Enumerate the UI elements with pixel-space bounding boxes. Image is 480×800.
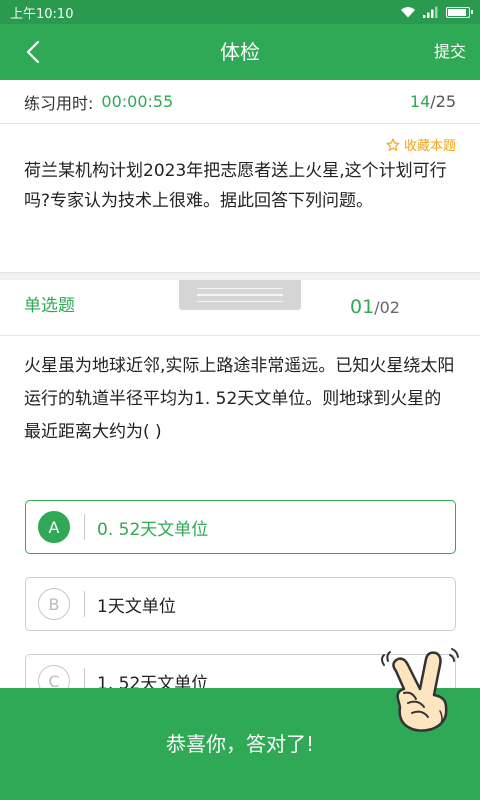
option-letter: A xyxy=(38,511,70,543)
star-outline-icon xyxy=(386,138,400,151)
question-text: 火星虽为地球近邻,实际上路途非常遥远。已知火星绕太阳运行的轨道半径平均为1. 5… xyxy=(24,356,455,442)
progress-current: 14 xyxy=(409,92,431,111)
status-bar: 上午10:10 xyxy=(0,0,480,24)
option-divider xyxy=(84,591,85,617)
timer-label: 练习用时: xyxy=(24,93,94,113)
app-bar: 体检 提交 xyxy=(0,24,480,80)
timer-row: 练习用时: 00:00:55 14/25 xyxy=(0,80,480,124)
page-title: 体检 xyxy=(220,40,260,64)
sub-question-progress: 01/02 xyxy=(350,280,400,335)
question-progress: 14/25 xyxy=(410,92,456,111)
signal-icon xyxy=(423,6,438,18)
section-divider xyxy=(0,272,480,280)
sub-progress-total: /02 xyxy=(374,298,400,317)
victory-hand-icon xyxy=(381,648,459,732)
status-time: 上午10:10 xyxy=(10,6,74,22)
favorite-label: 收藏本题 xyxy=(403,139,456,154)
option-letter: B xyxy=(38,588,70,620)
timer-value: 00:00:55 xyxy=(101,92,174,111)
sub-progress-current: 01 xyxy=(350,296,375,318)
option-text: 0. 52天文单位 xyxy=(97,519,209,540)
option-b[interactable]: B 1天文单位 xyxy=(25,577,456,631)
back-button[interactable] xyxy=(18,37,48,67)
status-icons xyxy=(400,6,473,18)
question-header: 单选题 01/02 xyxy=(0,280,480,336)
option-text: 1天文单位 xyxy=(97,596,176,617)
progress-total: /25 xyxy=(430,92,456,111)
wifi-icon xyxy=(401,7,415,18)
drag-handle[interactable] xyxy=(179,280,301,310)
option-a[interactable]: A 0. 52天文单位 xyxy=(25,500,456,554)
chevron-left-icon xyxy=(26,41,40,63)
option-divider xyxy=(84,514,85,540)
submit-button[interactable]: 提交 xyxy=(434,24,466,80)
favorite-button[interactable]: 收藏本题 xyxy=(386,135,456,154)
question-type: 单选题 xyxy=(24,296,75,316)
passage-text: 荷兰某机构计划2023年把志愿者送上火星,这个计划可行吗?专家认为技术上很难。据… xyxy=(24,161,447,211)
battery-icon xyxy=(446,6,473,18)
